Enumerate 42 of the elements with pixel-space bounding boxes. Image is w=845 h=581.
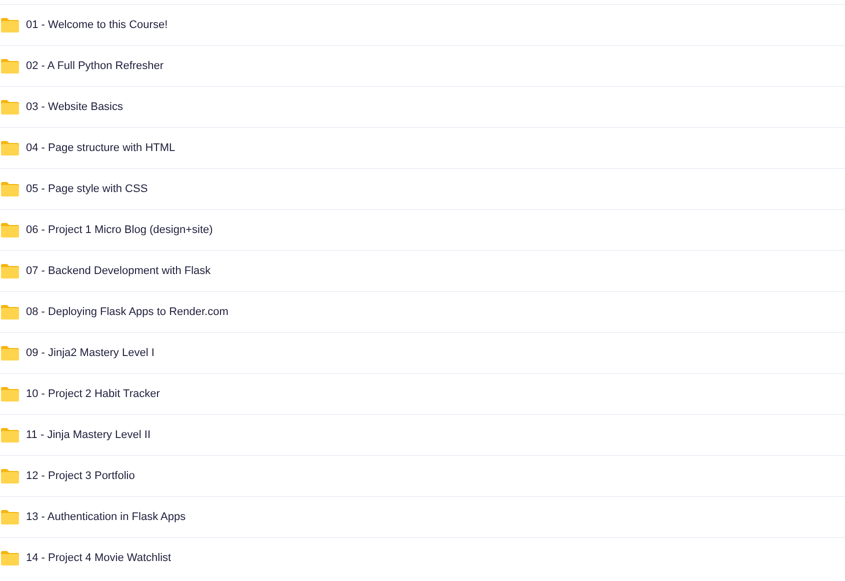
folder-name: 08 - Deploying Flask Apps to Render.com	[26, 304, 228, 320]
folder-row[interactable]: 07 - Backend Development with Flask	[0, 250, 845, 291]
folder-row[interactable]: 12 - Project 3 Portfolio	[0, 455, 845, 496]
folder-name: 01 - Welcome to this Course!	[26, 18, 168, 33]
folder-name: 11 - Jinja Mastery Level II	[26, 428, 151, 443]
folder-row[interactable]: 08 - Deploying Flask Apps to Render.com	[0, 291, 845, 332]
folder-row[interactable]: 05 - Page style with CSS	[0, 168, 845, 209]
folder-icon	[0, 345, 20, 361]
folder-icon	[0, 386, 20, 402]
folder-row[interactable]: 04 - Page structure with HTML	[0, 127, 845, 168]
folder-icon	[0, 509, 20, 525]
folder-name: 14 - Project 4 Movie Watchlist	[26, 550, 172, 566]
folder-icon	[0, 222, 20, 238]
folder-icon	[0, 427, 20, 443]
folder-icon	[0, 99, 20, 115]
folder-icon	[0, 181, 20, 197]
folder-name: 06 - Project 1 Micro Blog (design+site)	[26, 222, 213, 238]
folder-icon	[0, 140, 20, 156]
folder-icon	[0, 304, 20, 320]
folder-icon	[0, 263, 20, 279]
folder-name: 09 - Jinja2 Mastery Level I	[26, 346, 154, 361]
folder-name: 13 - Authentication in Flask Apps	[26, 510, 186, 525]
folder-row[interactable]: 13 - Authentication in Flask Apps	[0, 496, 845, 537]
folder-icon	[0, 17, 20, 33]
folder-name: 04 - Page structure with HTML	[26, 140, 176, 156]
folder-name: 05 - Page style with CSS	[26, 182, 148, 197]
folder-name: 10 - Project 2 Habit Tracker	[26, 386, 160, 402]
folder-row[interactable]: 02 - A Full Python Refresher	[0, 45, 845, 86]
folder-row[interactable]: 10 - Project 2 Habit Tracker	[0, 373, 845, 414]
folder-icon	[0, 550, 20, 566]
folder-row[interactable]: 09 - Jinja2 Mastery Level I	[0, 332, 845, 373]
folder-row[interactable]: 11 - Jinja Mastery Level II	[0, 414, 845, 455]
folder-icon	[0, 468, 20, 484]
folder-row[interactable]: 14 - Project 4 Movie Watchlist	[0, 537, 845, 578]
folder-row[interactable]: 01 - Welcome to this Course!	[0, 4, 845, 45]
folder-name: 02 - A Full Python Refresher	[26, 58, 164, 74]
folder-row[interactable]: 03 - Website Basics	[0, 86, 845, 127]
folder-name: 12 - Project 3 Portfolio	[26, 468, 135, 484]
folder-row[interactable]: 06 - Project 1 Micro Blog (design+site)	[0, 209, 845, 250]
folder-name: 03 - Website Basics	[26, 100, 124, 115]
folder-icon	[0, 58, 20, 74]
folder-name: 07 - Backend Development with Flask	[26, 264, 211, 279]
